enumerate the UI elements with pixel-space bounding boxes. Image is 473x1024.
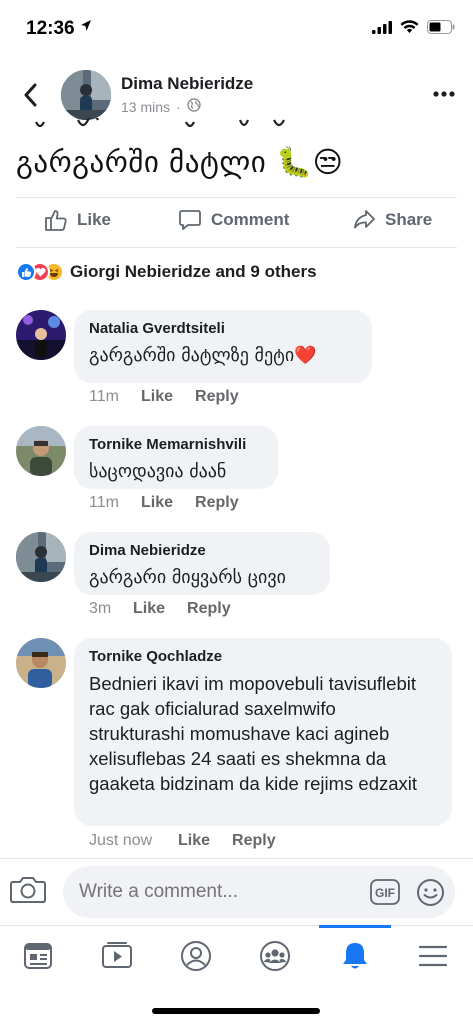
comment-like-button[interactable]: Like — [141, 388, 173, 406]
commenter-avatar[interactable] — [16, 532, 66, 582]
battery-icon — [427, 20, 455, 39]
thumbs-up-icon — [45, 210, 67, 231]
comment-label: Comment — [211, 210, 290, 229]
like-reaction-icon — [16, 262, 36, 282]
comment-action-button[interactable]: Comment — [178, 208, 289, 232]
tab-notifications[interactable] — [335, 936, 375, 976]
share-label: Share — [385, 210, 433, 229]
comment-bubble: Dima Nebieridze გარგარი მიყვარს ცივი — [74, 532, 330, 595]
more-options-button[interactable] — [433, 84, 455, 102]
author-avatar[interactable] — [61, 70, 111, 120]
commenter-name[interactable]: Tornike Qochladze — [89, 648, 436, 665]
comment-time: 3m — [89, 600, 112, 617]
signal-icon — [372, 20, 392, 39]
divider — [16, 247, 457, 248]
location-arrow-icon — [80, 19, 92, 38]
emoji-button[interactable] — [416, 878, 445, 912]
tab-groups[interactable] — [255, 936, 295, 976]
like-label: Like — [77, 210, 112, 229]
commenter-avatar[interactable] — [16, 426, 66, 476]
comment-icon — [179, 210, 201, 230]
camera-icon — [10, 877, 46, 903]
divider — [16, 197, 457, 198]
share-icon — [354, 210, 375, 229]
notifications-icon — [343, 943, 367, 969]
reactions-text: Giorgi Nebieridze and 9 others — [70, 262, 317, 281]
comment-text: გარგარში მატლზე მეტი❤️ — [89, 345, 317, 366]
tab-menu[interactable] — [413, 936, 453, 976]
post-time: 13 mins — [121, 98, 171, 115]
post-author[interactable]: Dima Nebieridze — [121, 74, 253, 94]
comment-like-button[interactable]: Like — [133, 600, 165, 618]
like-action-button[interactable]: Like — [44, 208, 111, 232]
groups-icon — [260, 941, 290, 971]
comment-text: საცოდავია ძაან — [89, 461, 227, 482]
home-indicator — [152, 1008, 320, 1014]
menu-icon — [419, 945, 447, 967]
comment-reply-button[interactable]: Reply — [187, 600, 231, 618]
reactions-summary[interactable]: Giorgi Nebieridze and 9 others — [16, 262, 317, 282]
comment-actions: 11m Like Reply — [89, 494, 239, 512]
comment-reply-button[interactable]: Reply — [195, 388, 239, 406]
tab-watch[interactable] — [97, 936, 137, 976]
comment-reply-button[interactable]: Reply — [232, 832, 276, 850]
active-tab-indicator — [319, 925, 391, 928]
profile-icon — [181, 941, 211, 971]
comment-bubble: Tornike Qochladze Bednieri ikavi im mopo… — [74, 638, 452, 826]
share-action-button[interactable]: Share — [352, 208, 432, 232]
camera-button[interactable] — [10, 875, 46, 910]
tab-profile[interactable] — [176, 936, 216, 976]
commenter-avatar[interactable] — [16, 310, 66, 360]
comment-text: Bednieri ikavi im mopovebuli tavisuflebi… — [89, 673, 418, 794]
dot-separator: · — [176, 98, 181, 115]
gif-label: GIF — [375, 886, 395, 900]
comment-like-button[interactable]: Like — [178, 832, 210, 850]
comment-bubble: Tornike Memarnishvili საცოდავია ძაან — [74, 426, 278, 489]
comment-time: 11m — [89, 388, 119, 405]
commenter-avatar[interactable] — [16, 638, 66, 688]
composer-divider — [0, 858, 473, 859]
comment-time: Just now — [89, 832, 153, 849]
commenter-name[interactable]: Dima Nebieridze — [89, 542, 314, 559]
chevron-left-icon — [24, 83, 37, 107]
more-icon — [433, 91, 455, 97]
comment-like-button[interactable]: Like — [141, 494, 173, 512]
commenter-name[interactable]: Natalia Gverdtsiteli — [89, 320, 356, 337]
clipped-text-line — [16, 118, 316, 136]
comment-actions: Just now Like Reply — [89, 832, 276, 850]
status-bar: 12:36 — [0, 0, 473, 58]
commenter-name[interactable]: Tornike Memarnishvili — [89, 436, 262, 453]
globe-icon — [187, 98, 201, 115]
back-button[interactable] — [16, 80, 46, 110]
comment-time: 11m — [89, 494, 119, 511]
comment-text: გარგარი მიყვარს ცივი — [89, 567, 286, 588]
comment-actions: 11m Like Reply — [89, 388, 239, 406]
smiley-icon — [417, 879, 444, 906]
comment-actions: 3m Like Reply — [89, 600, 231, 618]
watch-icon — [102, 942, 132, 968]
post-meta: 13 mins · — [121, 98, 201, 115]
gif-button[interactable]: GIF — [370, 879, 400, 910]
status-icons — [372, 20, 455, 39]
post-text: გარგარში მატლი 🐛😒 — [16, 145, 344, 179]
wifi-icon — [400, 20, 419, 39]
tab-news-feed[interactable] — [18, 936, 58, 976]
status-time: 12:36 — [26, 18, 75, 39]
comment-reply-button[interactable]: Reply — [195, 494, 239, 512]
comment-bubble: Natalia Gverdtsiteli გარგარში მატლზე მეტ… — [74, 310, 372, 383]
news-feed-icon — [24, 943, 52, 969]
